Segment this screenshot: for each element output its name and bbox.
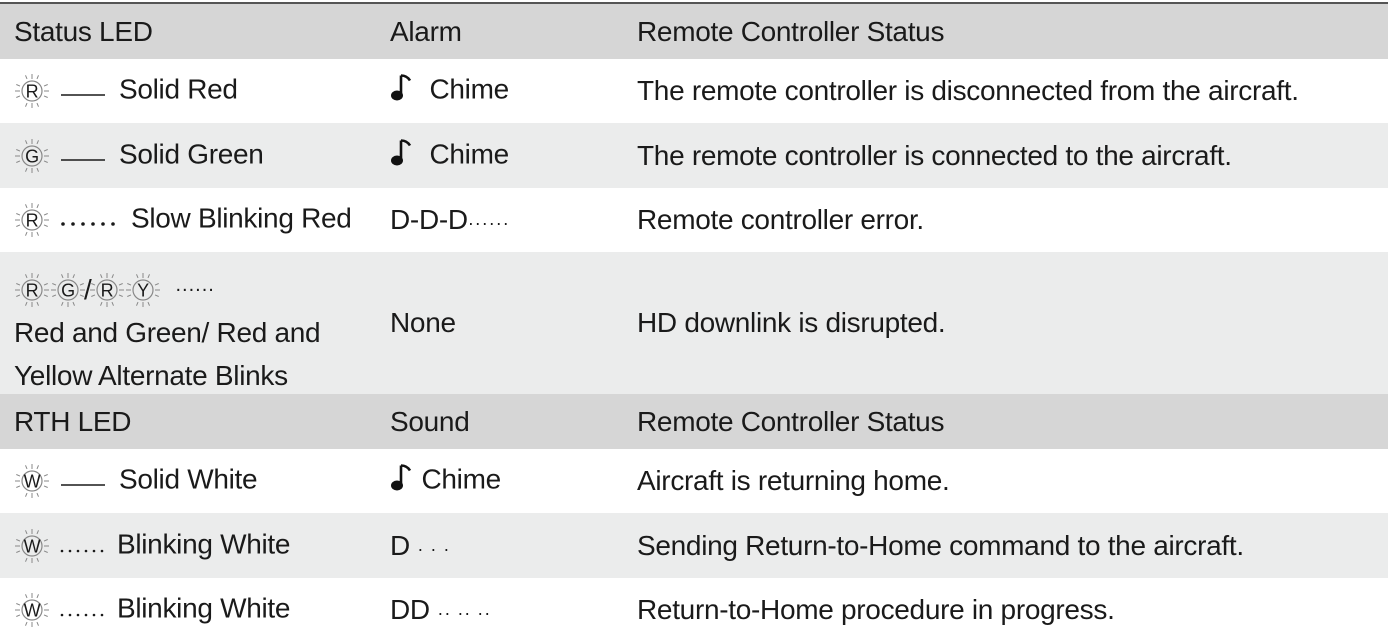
led-status-table: Status LED Alarm Remote Controller Statu… xyxy=(0,2,1388,642)
sound-label: DD xyxy=(390,594,430,625)
header-status-led: Status LED xyxy=(14,15,153,47)
led-red-icon: R xyxy=(14,272,50,308)
music-note-icon xyxy=(390,73,412,110)
led-label: Blinking White xyxy=(116,527,291,559)
led-green-icon: G xyxy=(50,272,86,308)
svg-text:W: W xyxy=(24,472,41,492)
table-row: W Blinking White DD ·· ·· ·· Return-to-H… xyxy=(0,578,1388,642)
solid-line-icon xyxy=(59,465,107,497)
led-label: Solid White xyxy=(118,463,258,495)
led-label-line1: Red and Green/ Red and xyxy=(14,317,321,349)
table-row: R Slow Blinking Red D-D-D······ Remote c… xyxy=(0,188,1388,252)
header-rc-status: Remote Controller Status xyxy=(637,15,945,47)
alarm-label: D-D-D xyxy=(390,204,468,235)
sound-label: Chime xyxy=(421,463,501,495)
led-white-icon: W xyxy=(14,592,50,628)
led-white-icon: W xyxy=(14,463,50,499)
table-row: R G / R Y...... Red and Green/ Red and Yello… xyxy=(0,252,1388,394)
dotted-line-icon xyxy=(59,530,105,562)
svg-text:G: G xyxy=(61,280,75,300)
svg-text:W: W xyxy=(24,601,41,621)
sound-label: D xyxy=(390,529,410,561)
led-yellow-icon: Y xyxy=(125,272,161,308)
svg-text:Y: Y xyxy=(138,280,150,300)
svg-text:G: G xyxy=(25,146,39,166)
alarm-dots: ······ xyxy=(467,213,510,233)
svg-text:R: R xyxy=(26,280,39,300)
led-label: Solid Green xyxy=(118,137,264,169)
header-sound: Sound xyxy=(390,405,470,437)
status-text: Aircraft is returning home. xyxy=(637,465,950,496)
status-text: Sending Return-to-Home command to the ai… xyxy=(637,529,1244,561)
led-red-icon: R xyxy=(14,202,50,238)
led-green-icon: G xyxy=(14,138,50,174)
music-note-icon xyxy=(390,463,412,500)
header-alarm: Alarm xyxy=(390,15,462,47)
led-red-icon: R xyxy=(89,272,125,308)
alarm-label: Chime xyxy=(429,137,509,169)
sound-dots: ·· ·· ·· xyxy=(437,603,492,623)
sound-dots: · · · xyxy=(417,538,451,559)
table-header-status: Status LED Alarm Remote Controller Statu… xyxy=(0,4,1388,59)
dotted-line-icon xyxy=(59,204,119,236)
music-note-icon xyxy=(390,137,412,174)
alarm-label: Chime xyxy=(429,73,509,105)
header-rth-led: RTH LED xyxy=(14,405,132,437)
status-text: Return-to-Home procedure in progress. xyxy=(637,594,1115,625)
table-row: R Solid Red Chime The remote controller … xyxy=(0,59,1388,123)
table-row: W Blinking White D · · · Sending Return-… xyxy=(0,513,1388,578)
svg-text:R: R xyxy=(101,280,114,300)
status-text: HD downlink is disrupted. xyxy=(637,307,946,338)
led-label: Blinking White xyxy=(116,592,291,624)
svg-text:R: R xyxy=(26,211,39,231)
led-label-line2: Yellow Alternate Blinks xyxy=(14,360,288,392)
blink-dots: ...... xyxy=(175,274,215,297)
dotted-line-icon xyxy=(59,594,105,626)
table-header-rth: RTH LED Sound Remote Controller Status xyxy=(0,394,1388,449)
solid-line-icon xyxy=(59,75,107,107)
status-text: Remote controller error. xyxy=(637,204,924,235)
alarm-label: None xyxy=(390,307,456,338)
table-row: W Solid White Chime Aircraft is returnin… xyxy=(0,449,1388,513)
status-text: The remote controller is connected to th… xyxy=(637,139,1232,171)
svg-text:W: W xyxy=(24,536,41,556)
led-red-icon: R xyxy=(14,73,50,109)
status-text: The remote controller is disconnected fr… xyxy=(637,75,1299,106)
svg-text:R: R xyxy=(26,82,39,102)
header-rc-status: Remote Controller Status xyxy=(637,405,945,437)
led-label: Slow Blinking Red xyxy=(130,202,352,234)
led-label: Solid Red xyxy=(118,73,238,105)
table-row: G Solid Green Chime The remote controlle… xyxy=(0,123,1388,188)
solid-line-icon xyxy=(59,140,107,172)
led-white-icon: W xyxy=(14,528,50,564)
